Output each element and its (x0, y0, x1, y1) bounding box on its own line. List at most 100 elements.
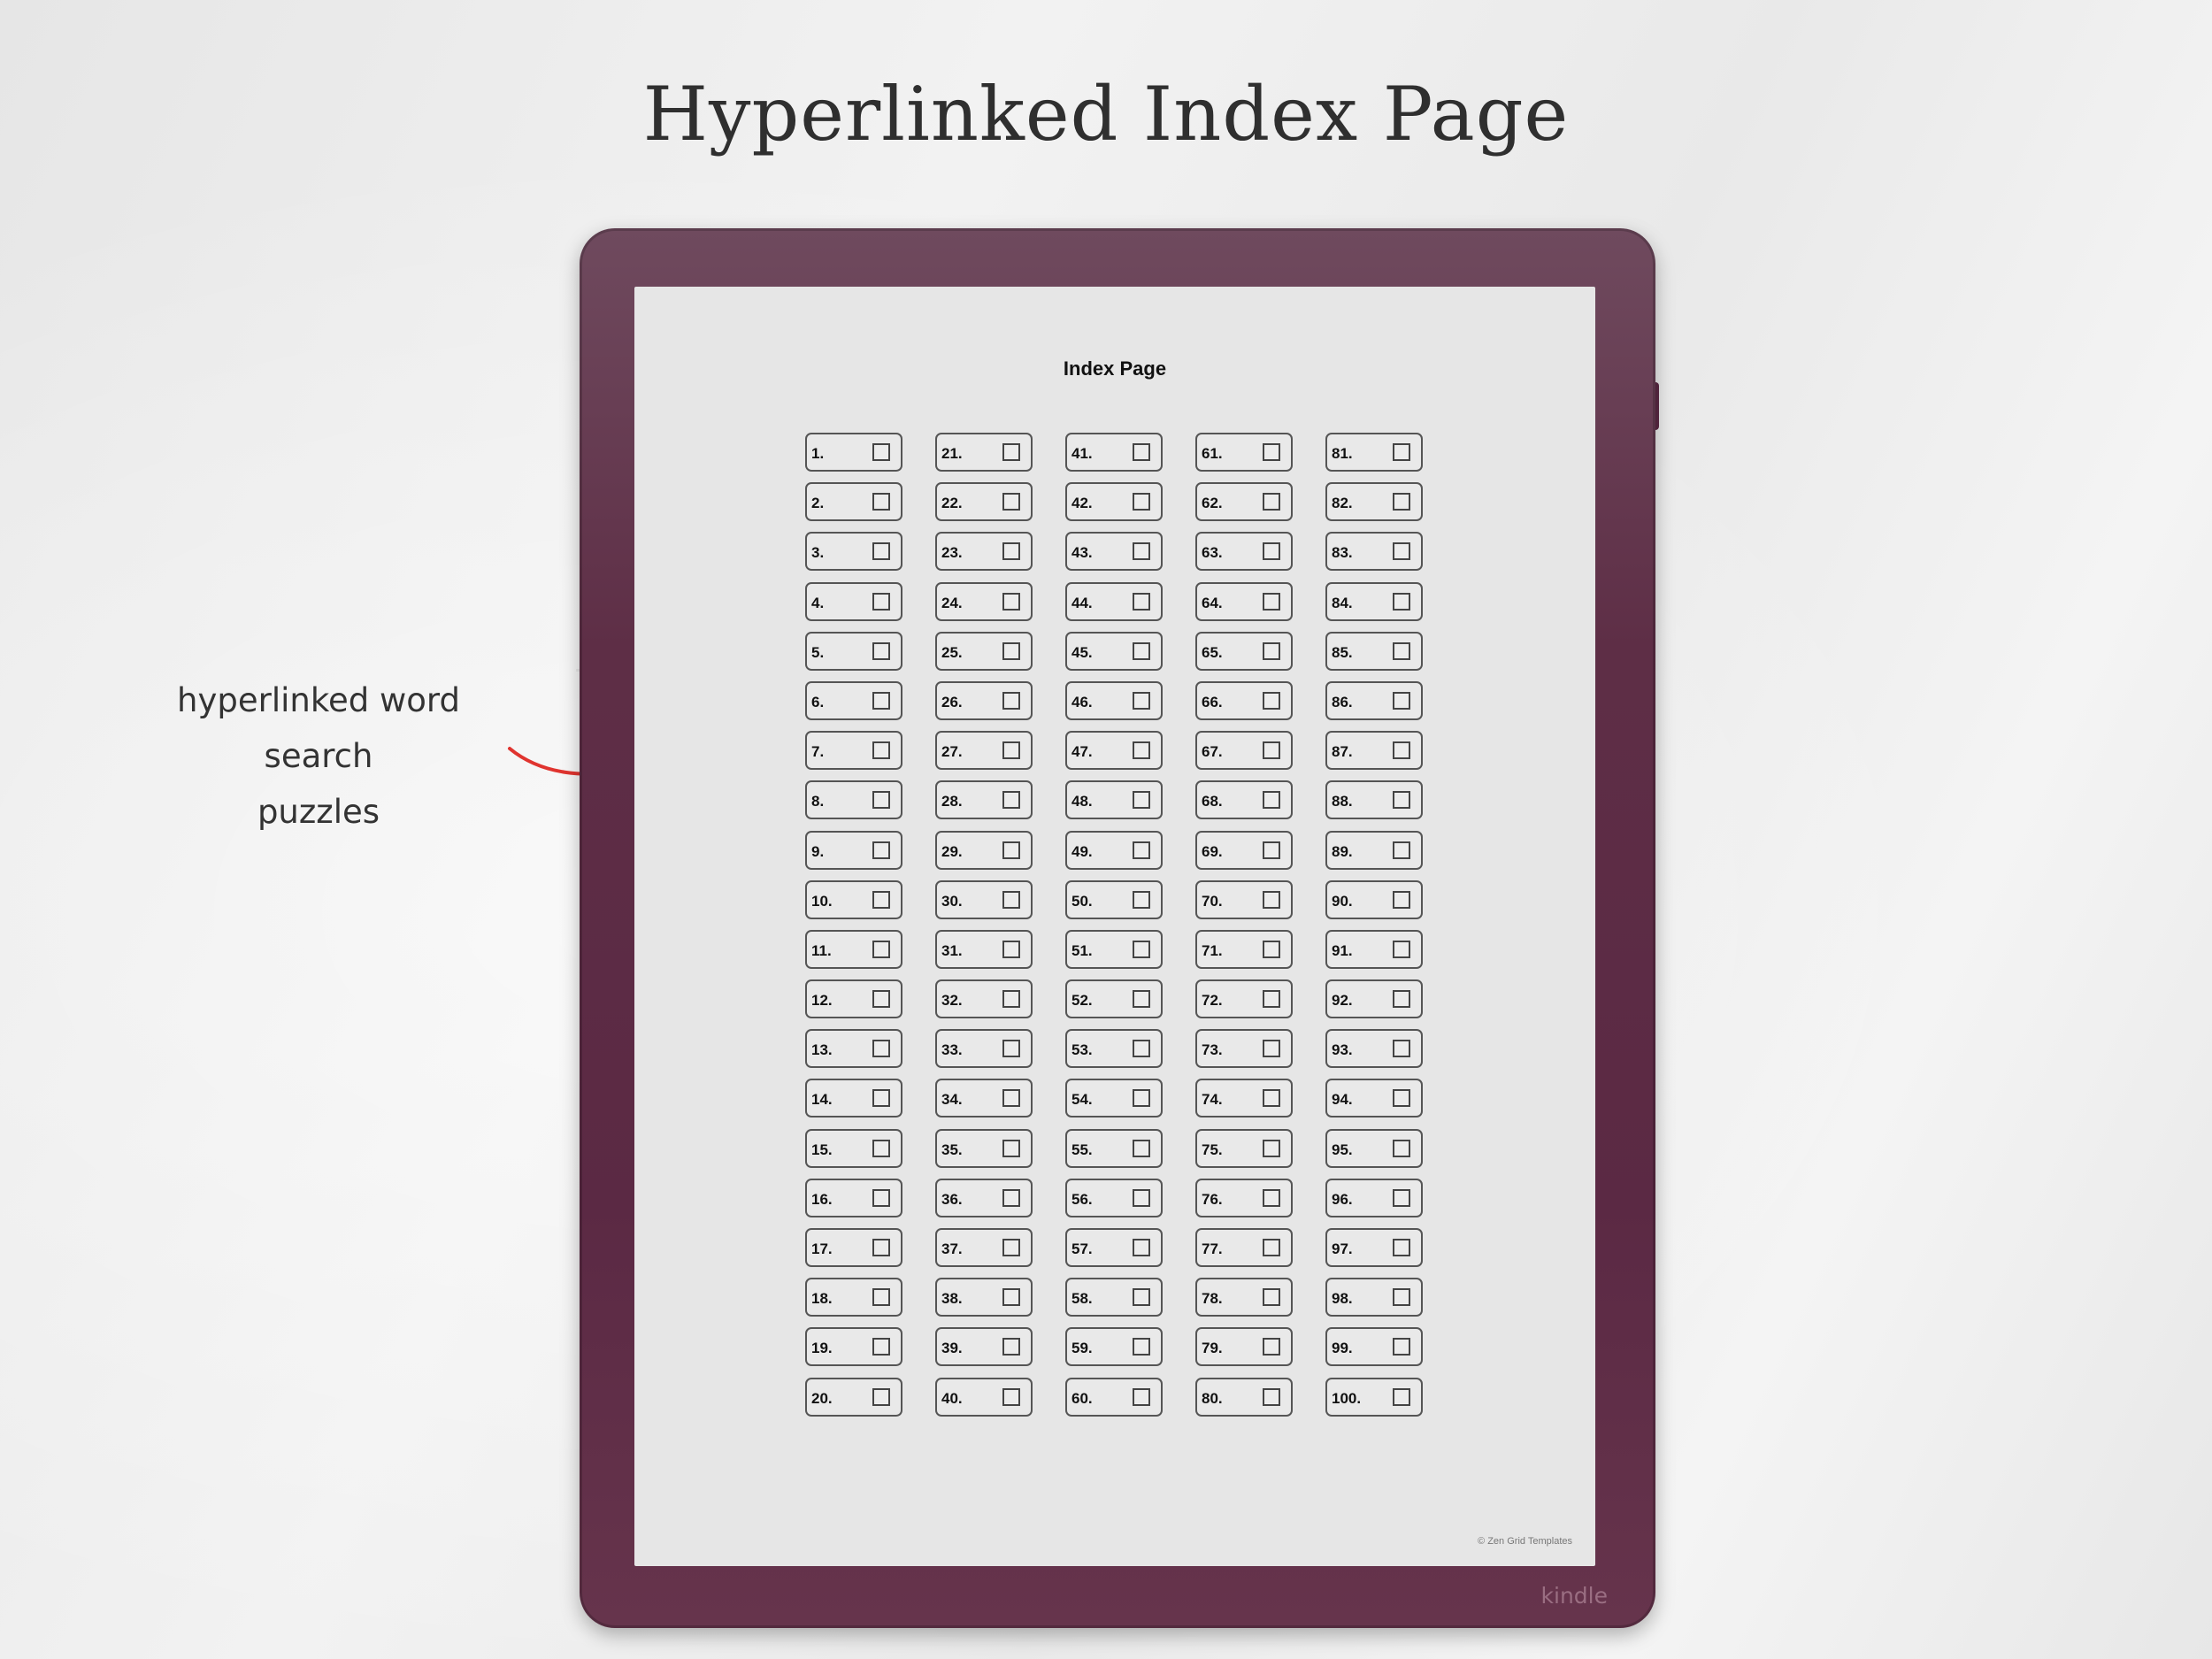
index-link-97[interactable]: 97. (1325, 1228, 1423, 1267)
index-link-53[interactable]: 53. (1065, 1029, 1163, 1069)
index-link-6[interactable]: 6. (805, 680, 902, 720)
index-link-72[interactable]: 72. (1195, 979, 1293, 1019)
checkbox[interactable] (872, 990, 890, 1009)
checkbox[interactable] (1393, 940, 1410, 958)
checkbox[interactable] (1002, 1188, 1020, 1207)
index-link-59[interactable]: 59. (1065, 1327, 1163, 1367)
index-link-82[interactable]: 82. (1325, 482, 1423, 522)
checkbox[interactable] (1393, 1288, 1410, 1307)
checkbox[interactable] (1002, 1387, 1020, 1406)
index-link-76[interactable]: 76. (1195, 1178, 1293, 1217)
index-link-39[interactable]: 39. (935, 1327, 1033, 1367)
index-link-69[interactable]: 69. (1195, 830, 1293, 870)
checkbox[interactable] (1263, 1288, 1280, 1307)
checkbox[interactable] (872, 641, 890, 660)
index-link-51[interactable]: 51. (1065, 929, 1163, 969)
checkbox[interactable] (1393, 1040, 1410, 1058)
index-link-70[interactable]: 70. (1195, 879, 1293, 919)
index-link-7[interactable]: 7. (805, 731, 902, 771)
checkbox[interactable] (872, 1288, 890, 1307)
index-link-8[interactable]: 8. (805, 780, 902, 820)
checkbox[interactable] (872, 1239, 890, 1256)
checkbox[interactable] (1002, 940, 1020, 958)
index-link-94[interactable]: 94. (1325, 1079, 1423, 1118)
index-link-16[interactable]: 16. (805, 1178, 902, 1217)
checkbox[interactable] (1002, 741, 1020, 760)
checkbox[interactable] (1002, 1089, 1020, 1108)
checkbox[interactable] (1002, 890, 1020, 909)
checkbox[interactable] (872, 493, 890, 511)
index-link-33[interactable]: 33. (935, 1029, 1033, 1069)
index-link-63[interactable]: 63. (1195, 532, 1293, 572)
checkbox[interactable] (1263, 1387, 1280, 1406)
index-link-65[interactable]: 65. (1195, 631, 1293, 671)
index-link-32[interactable]: 32. (935, 979, 1033, 1019)
index-link-93[interactable]: 93. (1325, 1029, 1423, 1069)
index-link-89[interactable]: 89. (1325, 830, 1423, 870)
checkbox[interactable] (1133, 1139, 1150, 1157)
checkbox[interactable] (1263, 542, 1280, 561)
index-link-67[interactable]: 67. (1195, 731, 1293, 771)
index-link-30[interactable]: 30. (935, 879, 1033, 919)
checkbox[interactable] (1133, 1338, 1150, 1356)
checkbox[interactable] (1133, 1239, 1150, 1256)
checkbox[interactable] (1263, 841, 1280, 859)
checkbox[interactable] (1133, 641, 1150, 660)
checkbox[interactable] (1002, 791, 1020, 810)
index-link-98[interactable]: 98. (1325, 1278, 1423, 1317)
checkbox[interactable] (872, 1139, 890, 1157)
index-link-81[interactable]: 81. (1325, 433, 1423, 472)
index-link-47[interactable]: 47. (1065, 731, 1163, 771)
checkbox[interactable] (1263, 493, 1280, 511)
checkbox[interactable] (1263, 741, 1280, 760)
checkbox[interactable] (872, 841, 890, 859)
checkbox[interactable] (1002, 1040, 1020, 1058)
index-link-56[interactable]: 56. (1065, 1178, 1163, 1217)
index-link-9[interactable]: 9. (805, 830, 902, 870)
index-link-19[interactable]: 19. (805, 1327, 902, 1367)
index-link-79[interactable]: 79. (1195, 1327, 1293, 1367)
index-link-66[interactable]: 66. (1195, 680, 1293, 720)
index-link-77[interactable]: 77. (1195, 1228, 1293, 1267)
index-link-48[interactable]: 48. (1065, 780, 1163, 820)
checkbox[interactable] (1393, 1188, 1410, 1207)
index-link-13[interactable]: 13. (805, 1029, 902, 1069)
index-link-10[interactable]: 10. (805, 879, 902, 919)
checkbox[interactable] (1393, 741, 1410, 760)
checkbox[interactable] (1002, 443, 1020, 461)
checkbox[interactable] (1133, 890, 1150, 909)
checkbox[interactable] (872, 443, 890, 461)
index-link-26[interactable]: 26. (935, 680, 1033, 720)
checkbox[interactable] (1263, 1239, 1280, 1256)
index-link-84[interactable]: 84. (1325, 581, 1423, 621)
index-link-88[interactable]: 88. (1325, 780, 1423, 820)
checkbox[interactable] (1393, 1239, 1410, 1256)
index-link-43[interactable]: 43. (1065, 532, 1163, 572)
index-link-54[interactable]: 54. (1065, 1079, 1163, 1118)
checkbox[interactable] (1263, 1089, 1280, 1108)
checkbox[interactable] (1133, 940, 1150, 958)
checkbox[interactable] (1133, 1089, 1150, 1108)
index-link-46[interactable]: 46. (1065, 680, 1163, 720)
index-link-75[interactable]: 75. (1195, 1128, 1293, 1168)
index-link-90[interactable]: 90. (1325, 879, 1423, 919)
checkbox[interactable] (1002, 841, 1020, 859)
index-link-78[interactable]: 78. (1195, 1278, 1293, 1317)
checkbox[interactable] (872, 691, 890, 710)
index-link-92[interactable]: 92. (1325, 979, 1423, 1019)
index-link-57[interactable]: 57. (1065, 1228, 1163, 1267)
index-link-50[interactable]: 50. (1065, 879, 1163, 919)
index-link-37[interactable]: 37. (935, 1228, 1033, 1267)
index-link-4[interactable]: 4. (805, 581, 902, 621)
checkbox[interactable] (1393, 542, 1410, 561)
index-link-45[interactable]: 45. (1065, 631, 1163, 671)
index-link-100[interactable]: 100. (1325, 1377, 1423, 1417)
index-link-41[interactable]: 41. (1065, 433, 1163, 472)
index-link-31[interactable]: 31. (935, 929, 1033, 969)
checkbox[interactable] (1393, 493, 1410, 511)
checkbox[interactable] (1393, 1387, 1410, 1406)
checkbox[interactable] (1393, 841, 1410, 859)
checkbox[interactable] (872, 1089, 890, 1108)
checkbox[interactable] (1263, 1338, 1280, 1356)
checkbox[interactable] (872, 1338, 890, 1356)
